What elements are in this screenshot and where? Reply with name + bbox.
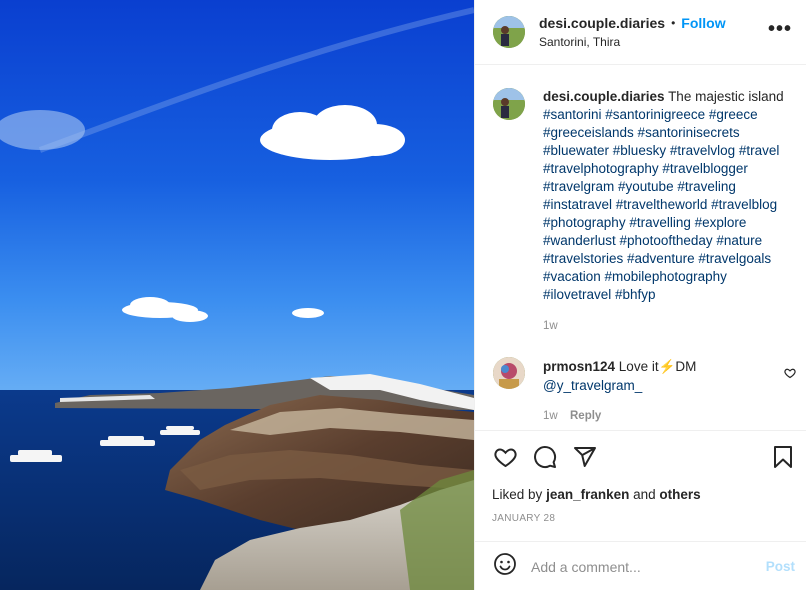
emoji-icon[interactable] — [493, 552, 517, 581]
smiley-face-icon — [494, 553, 516, 575]
save-bookmark-icon[interactable] — [773, 445, 793, 474]
separator-dot: • — [671, 16, 676, 30]
post-date[interactable]: JANUARY 28 — [492, 513, 555, 524]
caption-time[interactable]: 1w — [543, 320, 558, 332]
reply-button[interactable]: Reply — [570, 410, 601, 422]
like-heart-icon[interactable] — [493, 445, 518, 474]
avatar-image — [493, 357, 525, 389]
comment-bubble-icon[interactable] — [533, 445, 557, 474]
avatar-image — [493, 88, 525, 120]
likes-middle: and — [633, 487, 656, 502]
author-avatar[interactable] — [493, 16, 525, 48]
post-comment-button[interactable]: Post — [766, 559, 795, 574]
commenter-avatar[interactable] — [493, 357, 525, 389]
likes-prefix: Liked by — [492, 487, 543, 502]
comment-message: Love it — [618, 359, 659, 374]
add-comment-bar: Post — [475, 541, 806, 591]
caption-block: desi.couple.diaries The majestic island … — [493, 88, 793, 304]
santorini-photo-illustration — [0, 0, 474, 590]
caption-text: desi.couple.diaries The majestic island … — [543, 88, 793, 304]
post-location[interactable]: Santorini, Thira — [539, 35, 726, 49]
post-header: desi.couple.diaries • Follow Santorini, … — [475, 0, 806, 65]
heart-outline-icon — [494, 448, 517, 468]
lightning-emoji-icon: ⚡ — [658, 359, 676, 374]
author-username[interactable]: desi.couple.diaries — [539, 15, 665, 31]
comment-mention[interactable]: @y_travelgram_ — [543, 378, 642, 393]
comment-like-heart-icon[interactable] — [784, 366, 796, 384]
liked-by-user[interactable]: jean_franken — [546, 487, 629, 502]
likes-summary: Liked by jean_franken and others — [492, 487, 701, 502]
caption-message: The majestic island — [668, 89, 784, 104]
liked-by-others[interactable]: others — [659, 487, 700, 502]
caption-username[interactable]: desi.couple.diaries — [543, 89, 665, 104]
action-bar — [475, 430, 806, 485]
commenter-username[interactable]: prmosn124 — [543, 359, 615, 374]
paper-plane-icon — [574, 447, 596, 467]
follow-button[interactable]: Follow — [681, 15, 725, 31]
avatar-image — [493, 16, 525, 48]
speech-bubble-icon — [534, 446, 557, 469]
post-view: desi.couple.diaries • Follow Santorini, … — [0, 0, 806, 590]
share-paper-plane-icon[interactable] — [573, 445, 597, 474]
comment-item: prmosn124 Love it⚡DM @y_travelgram_ — [493, 357, 793, 395]
caption-hashtags[interactable]: #santorini #santorinigreece #greece #gre… — [543, 107, 779, 302]
comment-time[interactable]: 1w — [543, 410, 558, 422]
heart-outline-icon — [784, 368, 796, 379]
bookmark-icon — [774, 446, 792, 468]
comment-message-tail: DM — [675, 359, 697, 374]
post-side-panel: desi.couple.diaries • Follow Santorini, … — [474, 0, 806, 590]
post-photo[interactable] — [0, 0, 474, 590]
header-line: desi.couple.diaries • Follow — [539, 15, 726, 31]
comment-text: prmosn124 Love it⚡DM @y_travelgram_ — [543, 357, 773, 395]
comment-input[interactable] — [529, 557, 743, 576]
caption-avatar[interactable] — [493, 88, 525, 120]
header-text: desi.couple.diaries • Follow Santorini, … — [539, 15, 726, 49]
more-options-icon[interactable]: ••• — [768, 19, 792, 39]
